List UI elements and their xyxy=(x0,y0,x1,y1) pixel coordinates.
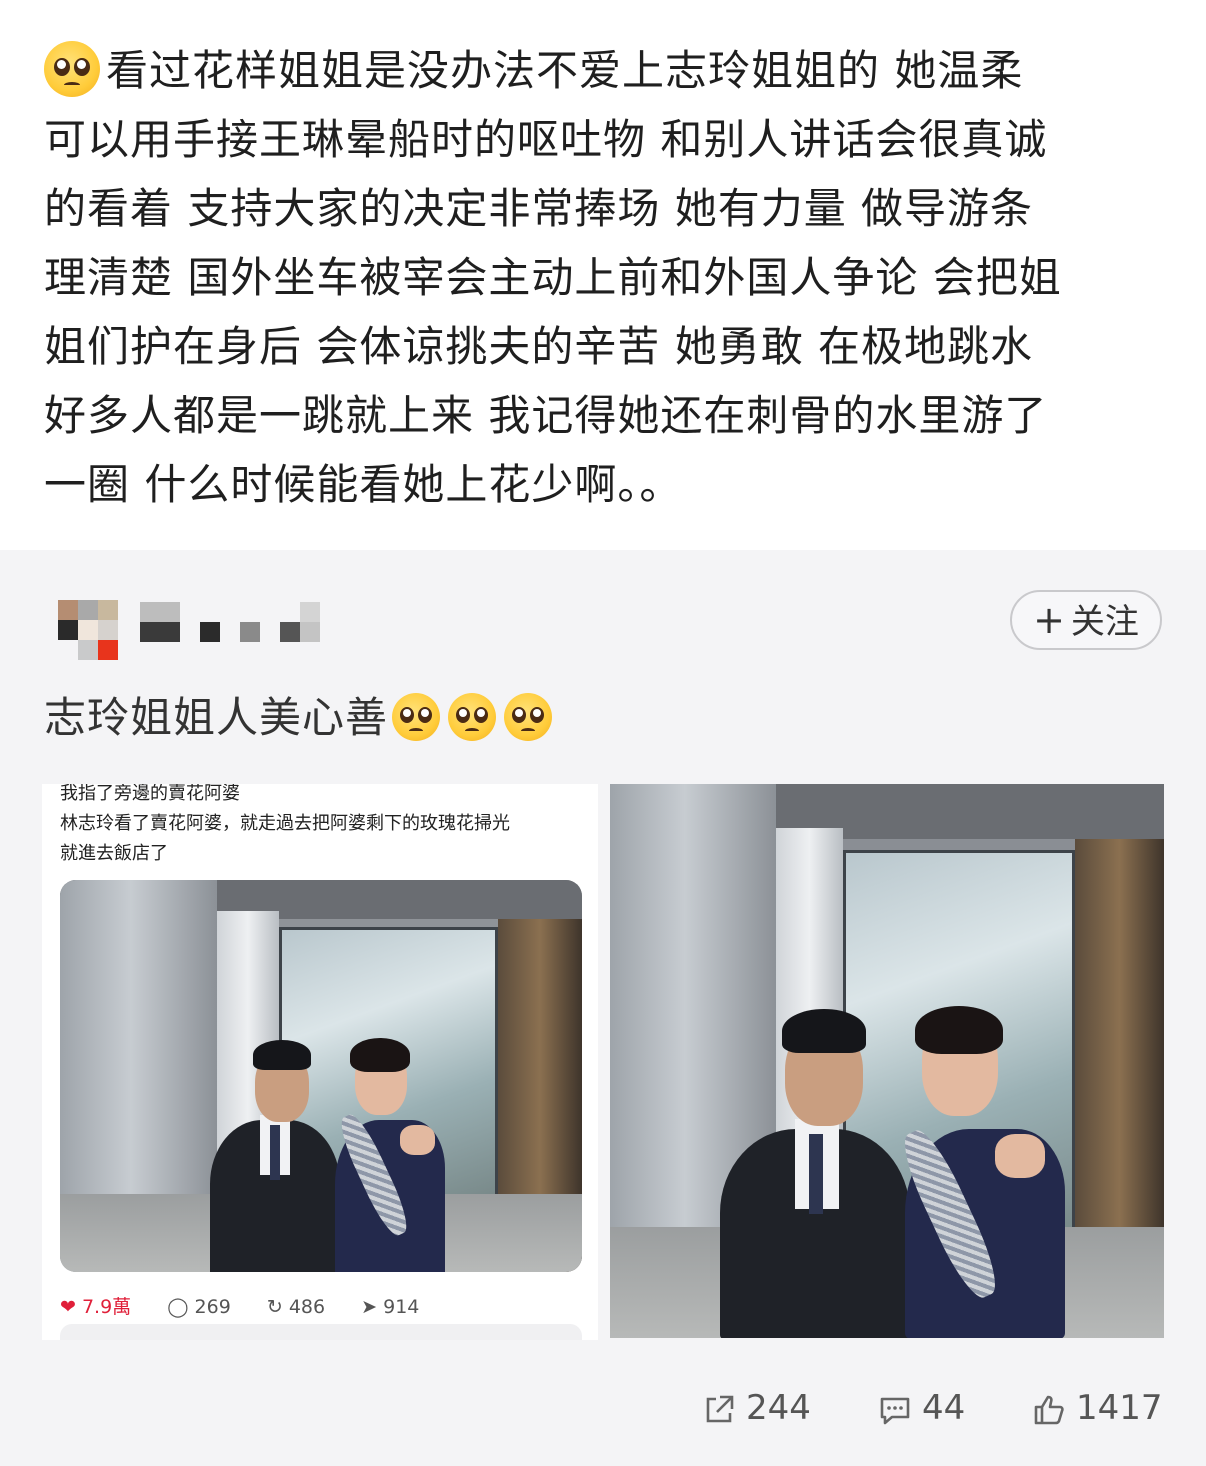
share-button[interactable]: 244 xyxy=(702,1386,811,1430)
post-line: 姐们护在身后 会体谅挑夫的辛苦 她勇敢 在极地跳水 xyxy=(44,322,1034,371)
image-screenshot-post[interactable]: 我指了旁邊的賣花阿婆 林志玲看了賣花阿婆，就走過去把阿婆剩下的玫瑰花掃光 就進去… xyxy=(42,784,598,1340)
post-line: 理清楚 国外坐车被宰会主动上前和外国人争论 会把姐 xyxy=(44,253,1062,302)
share-icon: ➤ xyxy=(361,1296,378,1318)
post-line: 看过花样姐姐是没办法不爱上志玲姐姐的 她温柔 xyxy=(44,36,1174,105)
post-body: 看过花样姐姐是没办法不爱上志玲姐姐的 她温柔 可以用手接王琳晕船时的呕吐物 和别… xyxy=(44,36,1174,519)
caption-line: 我指了旁邊的賣花阿婆 xyxy=(60,784,240,804)
share-icon xyxy=(706,1395,734,1423)
likes-count: 7.9萬 xyxy=(81,1296,132,1318)
post-line: 可以用手接王琳晕船时的呕吐物 和别人讲话会很真诚 xyxy=(44,115,1048,164)
comment-count: 44 xyxy=(922,1388,966,1428)
comment-button[interactable]: 44 xyxy=(878,1386,965,1430)
heart-icon: ❤ xyxy=(60,1296,76,1318)
image-photo[interactable] xyxy=(610,784,1164,1338)
pleading-face-icon xyxy=(44,41,100,97)
screenshot-stats: ❤ 7.9萬 ◯ 269 ↻ 486 ➤ 914 xyxy=(60,1292,449,1319)
like-button[interactable]: 1417 xyxy=(1032,1386,1163,1430)
reposts-count: 486 xyxy=(288,1296,326,1318)
repost-text: 志玲姐姐人美心善 xyxy=(44,686,556,750)
reposted-card[interactable]: + 关注 志玲姐姐人美心善 我指了旁邊的賣花阿婆 林志玲看了賣花阿婆，就走過去把阿… xyxy=(0,550,1206,1466)
plus-icon: + xyxy=(1033,598,1065,642)
post-line: 的看着 支持大家的决定非常捧场 她有力量 做导游条 xyxy=(44,184,1034,233)
thumbs-up-icon xyxy=(1034,1395,1064,1425)
pleading-face-icon xyxy=(504,693,553,741)
username-mosaic[interactable] xyxy=(140,602,340,642)
action-bar: 244 44 1417 xyxy=(0,1386,1206,1446)
shares-count: 914 xyxy=(383,1296,420,1318)
caption-line: 林志玲看了賣花阿婆，就走過去把阿婆剩下的玫瑰花掃光 xyxy=(60,813,510,834)
comments-count: 269 xyxy=(194,1296,231,1318)
post-line: 好多人都是一跳就上来 我记得她还在刺骨的水里游了 xyxy=(44,391,1048,440)
photo xyxy=(60,880,582,1272)
repost-icon: ↻ xyxy=(266,1296,283,1318)
post-line: 一圈 什么时候能看她上花少啊。。 xyxy=(44,460,683,509)
like-count: 1417 xyxy=(1076,1388,1163,1428)
follow-label: 关注 xyxy=(1070,602,1139,642)
pleading-face-icon xyxy=(392,693,441,741)
pleading-face-icon xyxy=(448,693,497,741)
follow-button[interactable]: + 关注 xyxy=(1010,590,1162,650)
avatar[interactable] xyxy=(58,600,122,664)
comment-icon: ◯ xyxy=(167,1296,189,1318)
caption-line: 就進去飯店了 xyxy=(60,843,168,864)
comment-icon xyxy=(880,1397,910,1425)
share-count: 244 xyxy=(746,1388,811,1428)
